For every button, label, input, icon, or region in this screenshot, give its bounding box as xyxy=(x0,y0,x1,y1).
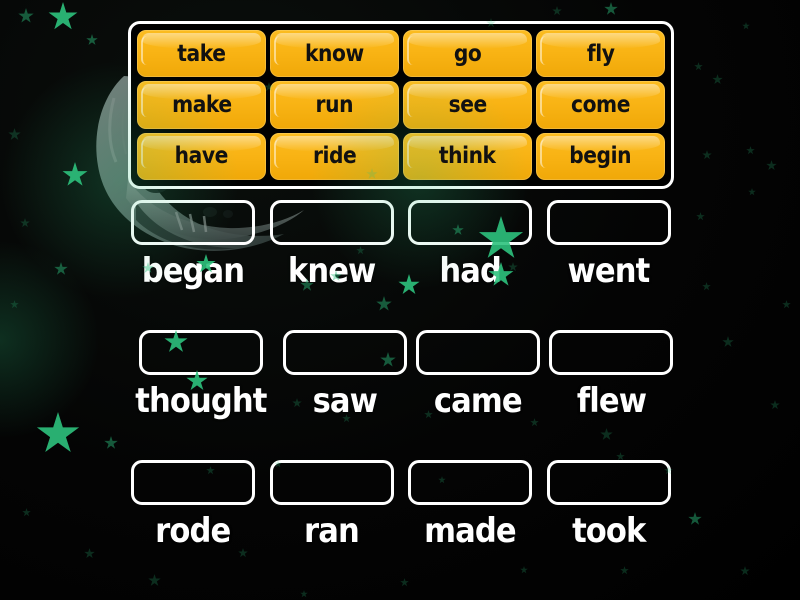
answer-dropzone[interactable] xyxy=(131,460,256,505)
star-icon xyxy=(742,22,750,30)
star-icon xyxy=(18,8,34,23)
star-icon xyxy=(20,218,30,228)
answer-cell: came xyxy=(415,330,540,440)
verb-tile-label: go xyxy=(453,40,482,67)
star-icon xyxy=(782,300,791,309)
answer-cell: made xyxy=(405,460,536,570)
answer-label: began xyxy=(141,251,245,291)
star-icon xyxy=(712,74,723,85)
answer-dropzone[interactable] xyxy=(546,460,671,505)
answer-row-3: rode ran made took xyxy=(128,460,674,570)
answer-label: flew xyxy=(576,381,647,421)
star-icon xyxy=(748,188,756,196)
verb-tile[interactable]: have xyxy=(137,132,266,180)
star-icon xyxy=(8,128,21,140)
star-icon xyxy=(722,336,734,347)
star-icon xyxy=(148,574,161,586)
star-icon xyxy=(48,2,78,30)
answer-label: made xyxy=(424,511,517,551)
answer-label: came xyxy=(433,381,523,421)
star-icon xyxy=(702,150,712,160)
answer-dropzone[interactable] xyxy=(138,330,263,375)
star-icon xyxy=(300,590,308,598)
answer-cell: began xyxy=(128,200,259,310)
verb-tile[interactable]: make xyxy=(137,81,266,129)
verb-tile[interactable]: go xyxy=(403,30,532,78)
verb-tile[interactable]: take xyxy=(137,30,266,78)
star-icon xyxy=(696,212,705,221)
answer-cell: ran xyxy=(267,460,398,570)
verb-tile[interactable]: run xyxy=(270,81,399,129)
verb-tile-label: ride xyxy=(312,143,357,170)
star-icon xyxy=(84,548,95,559)
star-icon xyxy=(400,578,409,587)
verb-tile[interactable]: fly xyxy=(536,30,665,78)
star-icon xyxy=(688,512,702,525)
answer-dropzone[interactable] xyxy=(269,200,394,245)
answer-label: took xyxy=(572,511,646,551)
verb-tile[interactable]: come xyxy=(536,81,665,129)
verb-tile-label: begin xyxy=(569,143,632,170)
verb-tile-label: take xyxy=(177,40,226,67)
answer-cell: rode xyxy=(128,460,259,570)
verb-tile-label: think xyxy=(439,143,496,170)
answer-label: went xyxy=(567,251,651,291)
answer-cell: took xyxy=(544,460,675,570)
verb-tile-label: run xyxy=(315,91,354,118)
answer-row-2: thought saw came flew xyxy=(128,330,674,440)
answer-label: had xyxy=(439,251,502,291)
verb-tile[interactable]: see xyxy=(403,81,532,129)
verb-tile-label: make xyxy=(171,91,232,118)
star-icon xyxy=(746,146,755,155)
answer-dropzone[interactable] xyxy=(131,200,256,245)
verb-tile-label: come xyxy=(571,91,630,118)
answer-cell: went xyxy=(544,200,675,310)
star-icon xyxy=(770,400,780,410)
answer-cell: knew xyxy=(267,200,398,310)
star-icon xyxy=(104,436,118,449)
star-icon xyxy=(604,2,618,15)
answer-cell: flew xyxy=(549,330,674,440)
answer-dropzone[interactable] xyxy=(546,200,671,245)
answer-dropzone[interactable] xyxy=(549,330,674,375)
answer-label: ran xyxy=(304,511,360,551)
answer-label: rode xyxy=(155,511,232,551)
star-icon xyxy=(766,160,777,171)
star-icon xyxy=(54,262,68,275)
background-glow xyxy=(0,240,100,440)
answer-dropzone[interactable] xyxy=(269,460,394,505)
star-icon xyxy=(36,412,80,453)
answer-label: saw xyxy=(312,381,377,421)
answer-cell: had xyxy=(405,200,536,310)
answer-label: knew xyxy=(287,251,376,291)
answer-label: thought xyxy=(135,381,267,421)
answer-cell: saw xyxy=(282,330,407,440)
game-stage: take know go fly make run see come have ride think… xyxy=(0,0,800,600)
answer-dropzone[interactable] xyxy=(415,330,540,375)
verb-tile-label: have xyxy=(174,143,229,170)
answer-dropzone[interactable] xyxy=(408,460,533,505)
star-icon xyxy=(62,162,88,186)
verb-tiles-grid: take know go fly make run see come have ride think… xyxy=(137,30,665,180)
star-icon xyxy=(22,508,31,517)
answer-row-1: began knew had went xyxy=(128,200,674,310)
star-icon xyxy=(694,62,703,71)
star-icon xyxy=(552,6,562,16)
verb-tile[interactable]: know xyxy=(270,30,399,78)
verb-tile-label: fly xyxy=(586,40,615,67)
verb-tile-label: see xyxy=(448,91,487,118)
verb-tile[interactable]: ride xyxy=(270,132,399,180)
verb-tiles-panel: take know go fly make run see come have ride think… xyxy=(128,21,674,189)
star-icon xyxy=(740,566,750,576)
verb-tile[interactable]: think xyxy=(403,132,532,180)
star-icon xyxy=(702,282,711,291)
verb-tile-label: know xyxy=(305,40,364,67)
star-icon xyxy=(86,34,98,45)
star-icon xyxy=(10,300,19,309)
verb-tile[interactable]: begin xyxy=(536,132,665,180)
